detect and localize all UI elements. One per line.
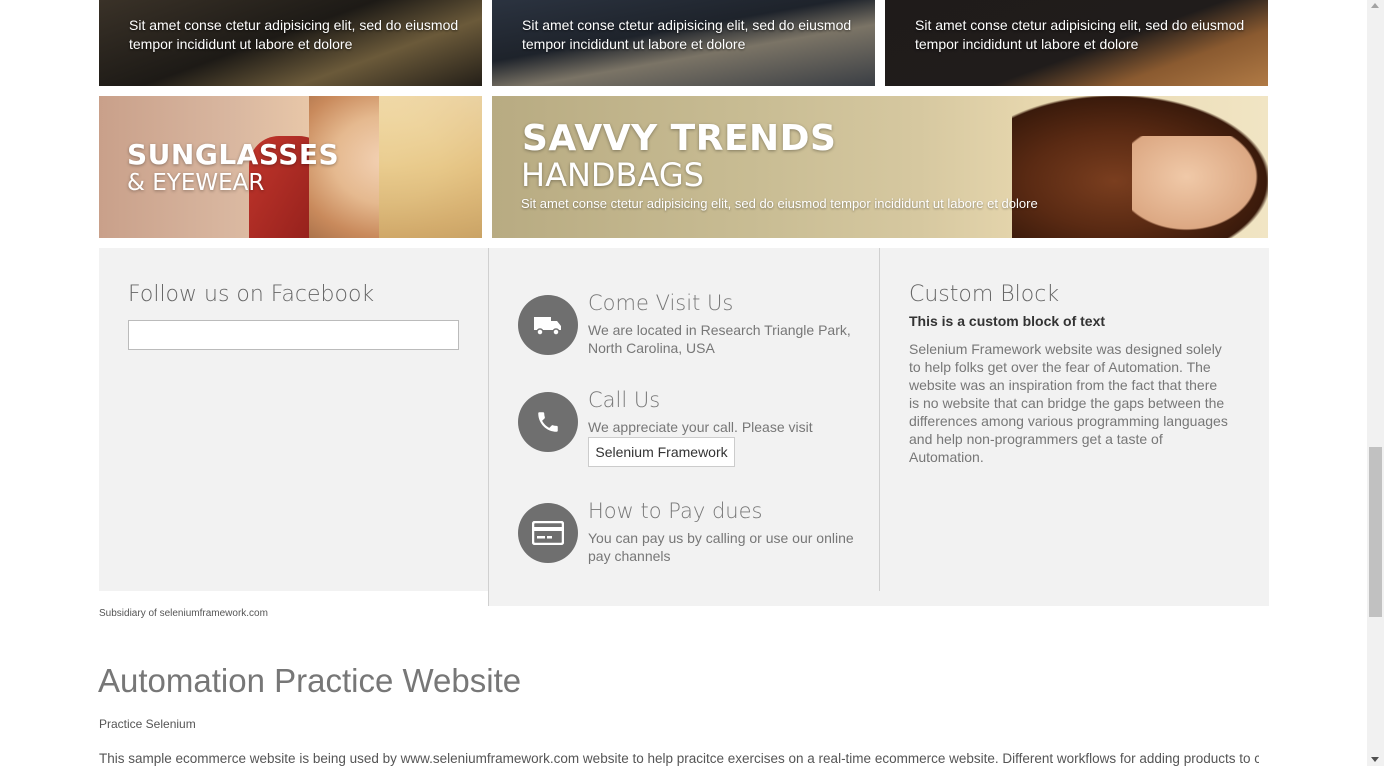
promo-tile-3[interactable]: Sit amet conse ctetur adipisicing elit, … bbox=[885, 0, 1268, 86]
vertical-scrollbar[interactable] bbox=[1367, 0, 1384, 766]
column-divider bbox=[879, 248, 880, 591]
call-text: We appreciate your call. Please visit bbox=[588, 419, 813, 435]
custom-block-text: Selenium Framework website was designed … bbox=[909, 341, 1228, 465]
visit-text: We are located in Research Triangle Park… bbox=[588, 322, 851, 356]
facebook-heading: Follow us on Facebook bbox=[128, 282, 375, 307]
handbags-subtitle: HANDBAGS bbox=[521, 156, 704, 194]
promo-tile-2[interactable]: Sit amet conse ctetur adipisicing elit, … bbox=[492, 0, 875, 86]
call-heading: Call Us bbox=[588, 388, 661, 412]
custom-block-heading: Custom Block bbox=[909, 282, 1060, 307]
handbags-text: Sit amet conse ctetur adipisicing elit, … bbox=[521, 196, 1038, 211]
handbags-banner[interactable]: SAVVY TRENDS HANDBAGS Sit amet conse cte… bbox=[492, 96, 1268, 238]
promo-tile-text: Sit amet conse ctetur adipisicing elit, … bbox=[915, 17, 1245, 52]
banner-image-hand bbox=[1132, 136, 1268, 238]
facebook-widget-box[interactable] bbox=[128, 320, 459, 350]
page-subtitle: Practice Selenium bbox=[99, 717, 196, 731]
pay-text: You can pay us by calling or use our onl… bbox=[588, 530, 854, 564]
promo-tile-text: Sit amet conse ctetur adipisicing elit, … bbox=[522, 17, 852, 52]
truck-icon bbox=[518, 295, 578, 355]
scrollbar-thumb[interactable] bbox=[1369, 447, 1382, 617]
promo-tile-1[interactable]: Sit amet conse ctetur adipisicing elit, … bbox=[99, 0, 482, 86]
page-title: Automation Practice Website bbox=[98, 662, 522, 699]
scroll-up-arrow-icon[interactable] bbox=[1371, 3, 1379, 8]
custom-block-subtitle: This is a custom block of text bbox=[909, 313, 1106, 329]
footer-info-area: Follow us on Facebook Come Visit Us We a… bbox=[99, 248, 1269, 606]
handbags-title: SAVVY TRENDS bbox=[522, 118, 837, 159]
sunglasses-subtitle: & EYEWEAR bbox=[127, 170, 265, 196]
banner-image-hair bbox=[379, 96, 482, 238]
sunglasses-banner[interactable]: SUNGLASSES & EYEWEAR bbox=[99, 96, 482, 238]
subsidiary-text: Subsidiary of seleniumframework.com bbox=[99, 608, 268, 619]
phone-icon bbox=[518, 392, 578, 452]
credit-card-icon bbox=[518, 503, 578, 563]
selenium-framework-button[interactable]: Selenium Framework bbox=[588, 437, 735, 467]
visit-heading: Come Visit Us bbox=[588, 291, 734, 315]
column-divider bbox=[488, 248, 489, 606]
promo-tile-text: Sit amet conse ctetur adipisicing elit, … bbox=[129, 17, 459, 52]
page-description: This sample ecommerce website is being u… bbox=[99, 751, 1259, 766]
footer-gap bbox=[99, 591, 488, 606]
scroll-down-arrow-icon[interactable] bbox=[1371, 757, 1379, 762]
sunglasses-title: SUNGLASSES bbox=[127, 138, 340, 171]
pay-heading: How to Pay dues bbox=[588, 499, 763, 523]
